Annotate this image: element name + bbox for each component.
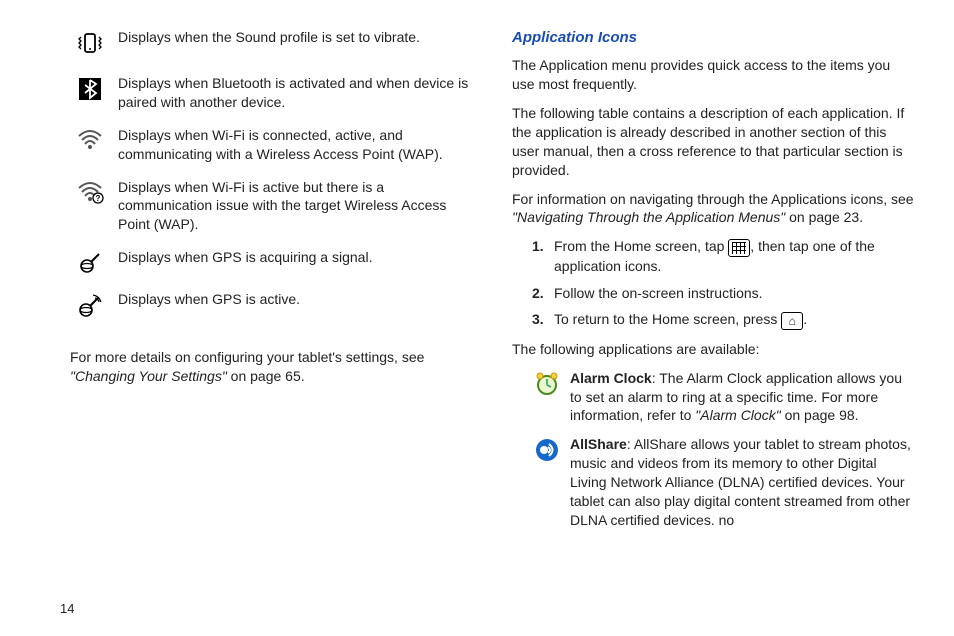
nav-link: "Navigating Through the Application Menu… <box>512 209 785 225</box>
app-intro-1: The Application menu provides quick acce… <box>512 56 914 94</box>
step-number: 3. <box>532 310 544 329</box>
apps-available-lead: The following applications are available… <box>512 340 914 359</box>
right-column: Application Icons The Application menu p… <box>512 28 914 540</box>
step-number: 2. <box>532 284 544 303</box>
note-link: "Changing Your Settings" <box>70 368 227 384</box>
step-text: Follow the on-screen instructions. <box>554 285 763 301</box>
step-3: 3. To return to the Home screen, press . <box>532 310 914 329</box>
allshare-icon <box>534 437 560 463</box>
icon-description: Displays when Wi-Fi is active but there … <box>110 178 472 235</box>
status-icon-row: Displays when the Sound profile is set t… <box>70 28 472 60</box>
step-number: 1. <box>532 237 544 256</box>
gps-active-icon <box>76 292 104 320</box>
step-text-after: . <box>803 311 807 327</box>
wifi-connected-icon <box>76 128 104 150</box>
icon-description: Displays when the Sound profile is set t… <box>110 28 472 47</box>
app-intro-2: The following table contains a descripti… <box>512 104 914 180</box>
app-entry-allshare: AllShare: AllShare allows your tablet to… <box>512 435 914 529</box>
app-description: Alarm Clock: The Alarm Clock application… <box>562 369 914 426</box>
application-icons-heading: Application Icons <box>512 28 914 48</box>
nav-prefix: For information on navigating through th… <box>512 191 914 207</box>
step-text-before: From the Home screen, tap <box>554 238 728 254</box>
home-button-icon <box>781 312 803 330</box>
alarm-clock-icon <box>534 371 560 397</box>
left-column: Displays when the Sound profile is set t… <box>70 28 472 540</box>
step-2: 2. Follow the on-screen instructions. <box>532 284 914 303</box>
status-icon-row: ? Displays when Wi-Fi is active but ther… <box>70 178 472 235</box>
nav-suffix: on page 23. <box>785 209 863 225</box>
step-1: 1. From the Home screen, tap , then tap … <box>532 237 914 275</box>
icon-description: Displays when Wi-Fi is connected, active… <box>110 126 472 164</box>
instruction-steps: 1. From the Home screen, tap , then tap … <box>512 237 914 329</box>
bluetooth-icon <box>77 76 103 102</box>
navigation-cross-reference: For information on navigating through th… <box>512 190 914 228</box>
vibrate-icon <box>76 30 104 60</box>
app-title: AllShare <box>570 436 627 452</box>
settings-cross-reference: For more details on configuring your tab… <box>70 348 472 386</box>
app-link: "Alarm Clock" <box>695 407 780 423</box>
app-text-after: on page 98. <box>781 407 859 423</box>
step-text-before: To return to the Home screen, press <box>554 311 781 327</box>
icon-description: Displays when GPS is active. <box>110 290 472 309</box>
app-description: AllShare: AllShare allows your tablet to… <box>562 435 914 529</box>
status-icon-row: Displays when Bluetooth is activated and… <box>70 74 472 112</box>
app-entry-alarm-clock: Alarm Clock: The Alarm Clock application… <box>512 369 914 426</box>
icon-description: Displays when Bluetooth is activated and… <box>110 74 472 112</box>
status-icon-row: Displays when GPS is active. <box>70 290 472 320</box>
icon-description: Displays when GPS is acquiring a signal. <box>110 248 472 267</box>
svg-text:?: ? <box>96 194 101 203</box>
status-icon-row: Displays when Wi-Fi is connected, active… <box>70 126 472 164</box>
wifi-issue-icon: ? <box>76 180 104 204</box>
page-number: 14 <box>60 600 74 618</box>
gps-acquiring-icon <box>77 250 103 276</box>
apps-grid-icon <box>728 239 750 257</box>
note-suffix: on page 65. <box>227 368 305 384</box>
app-title: Alarm Clock <box>570 370 652 386</box>
note-prefix: For more details on configuring your tab… <box>70 349 424 365</box>
status-icon-row: Displays when GPS is acquiring a signal. <box>70 248 472 276</box>
